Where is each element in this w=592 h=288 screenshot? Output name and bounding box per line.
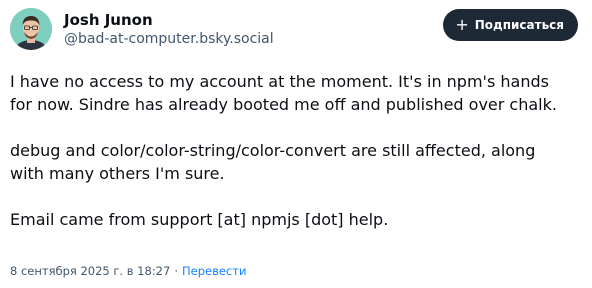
plus-icon: + bbox=[455, 15, 469, 34]
post-paragraph: debug and color/color-string/color-conve… bbox=[10, 141, 536, 183]
follow-button[interactable]: + Подписаться bbox=[443, 9, 578, 41]
author-identity: Josh Junon @bad-at-computer.bsky.social bbox=[64, 8, 274, 49]
meta-separator: · bbox=[174, 264, 178, 278]
follow-button-label: Подписаться bbox=[474, 18, 564, 32]
translate-link[interactable]: Перевести bbox=[182, 263, 246, 279]
post-meta: 8 сентября 2025 г. в 18:27 · Перевести bbox=[10, 263, 246, 279]
author-display-name[interactable]: Josh Junon bbox=[64, 11, 274, 29]
post-timestamp[interactable]: 8 сентября 2025 г. в 18:27 bbox=[10, 263, 170, 279]
avatar-image bbox=[10, 8, 52, 50]
post-paragraph: Email came from support [at] npmjs [dot]… bbox=[10, 210, 389, 229]
author-handle[interactable]: @bad-at-computer.bsky.social bbox=[64, 29, 274, 49]
post-card: Josh Junon @bad-at-computer.bsky.social … bbox=[0, 0, 592, 288]
post-paragraph: I have no access to my account at the mo… bbox=[10, 72, 557, 114]
avatar[interactable] bbox=[10, 8, 52, 50]
post-text: I have no access to my account at the mo… bbox=[10, 70, 580, 231]
